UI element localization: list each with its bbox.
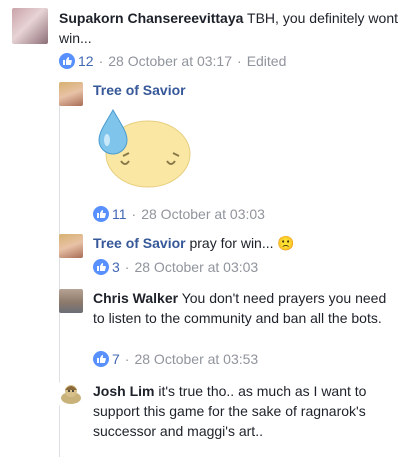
comment-text: pray for win... [189, 235, 274, 251]
avatar[interactable] [12, 8, 48, 44]
comment-author[interactable]: Tree of Savior [93, 80, 186, 100]
like-icon [93, 206, 109, 222]
timestamp[interactable]: 28 October at 03:53 [134, 351, 258, 367]
like-icon [93, 351, 109, 367]
timestamp[interactable]: 28 October at 03:03 [141, 206, 265, 222]
edited-label[interactable]: Edited [247, 53, 287, 69]
comment-author[interactable]: Supakorn Chansereevittaya [59, 10, 243, 26]
sweating-face-sticker [93, 104, 193, 190]
timestamp[interactable]: 28 October at 03:17 [108, 53, 232, 69]
comment-meta: 3 · 28 October at 03:03 [93, 259, 258, 275]
reply-josh-lim: Josh Lim it's true tho.. as much as I wa… [59, 382, 400, 452]
frown-emoji-icon: 🙁 [277, 235, 295, 251]
comment-meta: 11 · 28 October at 03:03 [93, 206, 265, 222]
like-icon [93, 259, 109, 275]
like-count[interactable]: 7 [112, 351, 120, 367]
avatar[interactable] [59, 234, 83, 258]
comment-supakorn: Supakorn Chansereevittaya TBH, you defin… [0, 0, 408, 80]
comment-author[interactable]: Tree of Savior [93, 235, 186, 251]
comment-meta: 7 · 28 October at 03:53 [93, 351, 258, 367]
comment-meta: 12 · 28 October at 03:17 · Edited [59, 53, 286, 69]
avatar[interactable] [59, 382, 83, 406]
comment-author[interactable]: Josh Lim [93, 383, 154, 399]
comment-author[interactable]: Chris Walker [93, 290, 178, 306]
reply-chris-walker: Chris Walker You don't need prayers you … [59, 289, 400, 369]
like-count[interactable]: 3 [112, 259, 120, 275]
reply-tree-of-savior-sticker: Tree of Savior 11 · 28 October at 03:03 [59, 80, 400, 227]
like-count[interactable]: 11 [112, 206, 127, 222]
like-icon [59, 53, 75, 69]
like-count[interactable]: 12 [78, 53, 94, 69]
reply-tree-of-savior-text: Tree of Savior pray for win... 🙁 3 · 28 … [59, 234, 400, 280]
avatar[interactable] [59, 82, 83, 106]
avatar[interactable] [59, 289, 83, 313]
timestamp[interactable]: 28 October at 03:03 [134, 259, 258, 275]
